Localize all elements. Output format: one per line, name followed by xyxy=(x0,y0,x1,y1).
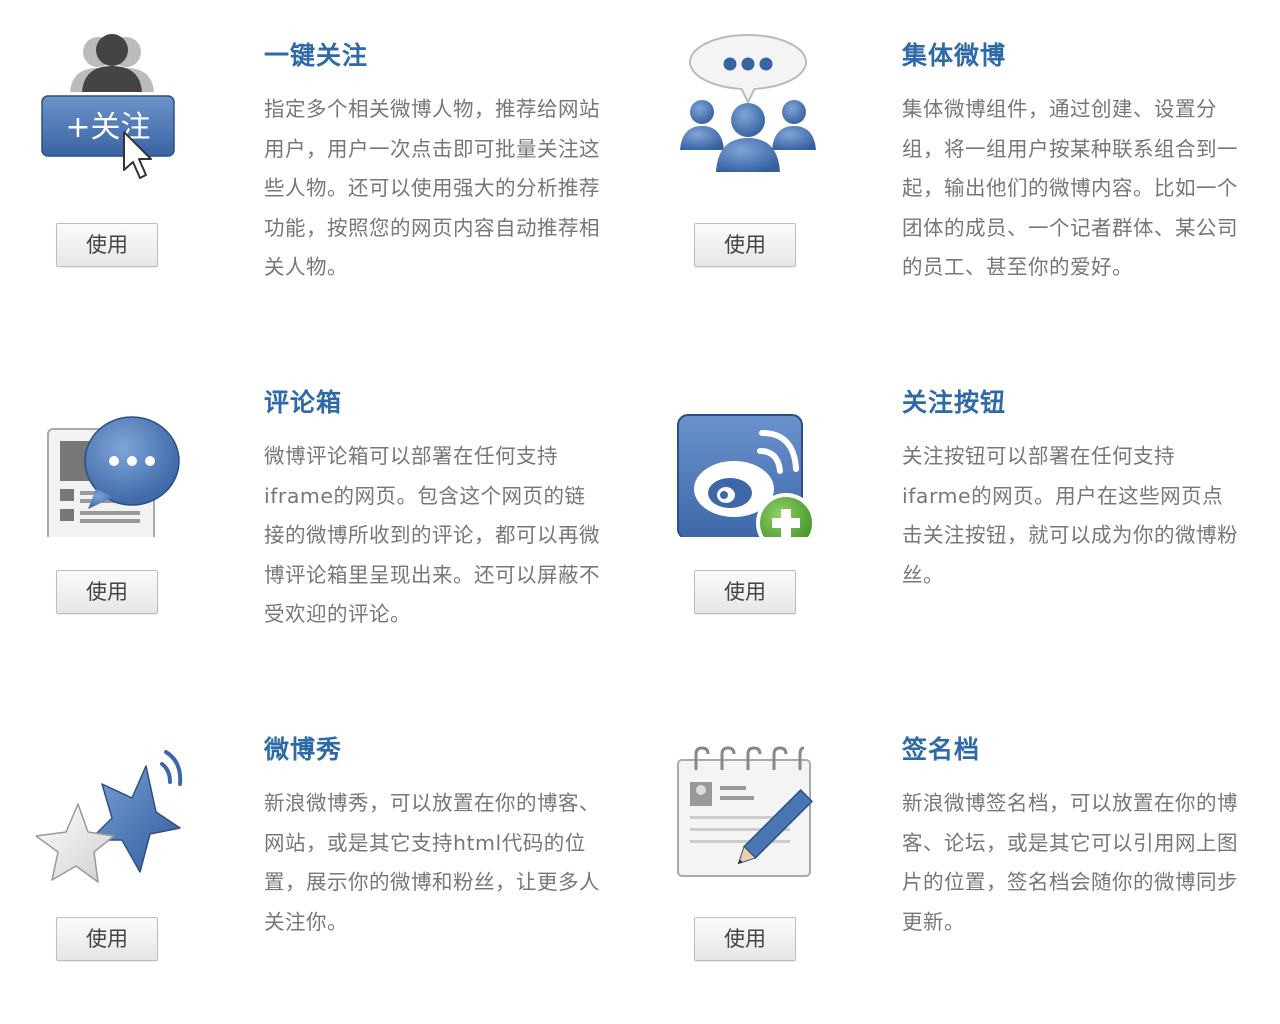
use-button-weibo-show[interactable]: 使用 xyxy=(56,917,158,961)
widget-description: 集体微博组件，通过创建、设置分组，将一组用户按某种联系组合到一起，输出他们的微博… xyxy=(902,97,1238,279)
widget-description: 微博评论箱可以部署在任何支持iframe的网页。包含这个网页的链接的微博所收到的… xyxy=(264,444,600,626)
widget-comment-box: 使用 评论箱 微博评论箱可以部署在任何支持iframe的网页。包含这个网页的链接… xyxy=(0,347,600,667)
widget-title: 一键关注 xyxy=(264,41,369,70)
widget-title: 评论箱 xyxy=(264,388,343,417)
widget-description: 指定多个相关微博人物，推荐给网站用户，用户一次点击即可批量关注这些人物。还可以使… xyxy=(264,97,600,279)
widget-description: 关注按钮可以部署在任何支持ifarme的网页。用户在这些网页点击关注按钮，就可以… xyxy=(902,444,1238,587)
widget-weibo-show: 使用 微博秀 新浪微博秀，可以放置在你的博客、网站，或是其它支持html代码的位… xyxy=(0,694,600,1014)
weibo-show-stars-icon xyxy=(36,724,186,884)
widget-group-weibo: 使用 集体微博 集体微博组件，通过创建、设置分组，将一组用户按某种联系组合到一起… xyxy=(638,0,1238,320)
comment-box-icon xyxy=(36,377,186,537)
widget-title: 签名档 xyxy=(902,735,981,764)
weibo-follow-icon xyxy=(674,377,824,537)
use-button-comment-box[interactable]: 使用 xyxy=(56,570,158,614)
widget-title: 微博秀 xyxy=(264,735,343,764)
batch-follow-icon-label: +关注 xyxy=(65,110,150,145)
widget-signature: 使用 签名档 新浪微博签名档，可以放置在你的博客、论坛，或是其它可以引用网上图片… xyxy=(638,694,1238,1014)
widget-batch-follow: +关注 使用 一键关注 指定多个相关微博人物，推荐给网站用户，用户一次点击即可批… xyxy=(0,0,600,320)
use-button-follow-button[interactable]: 使用 xyxy=(694,570,796,614)
use-button-batch-follow[interactable]: 使用 xyxy=(56,223,158,267)
widget-description: 新浪微博签名档，可以放置在你的博客、论坛，或是其它可以引用网上图片的位置，签名档… xyxy=(902,791,1238,934)
batch-follow-icon: +关注 xyxy=(36,30,186,190)
widget-follow-button: 使用 关注按钮 关注按钮可以部署在任何支持ifarme的网页。用户在这些网页点击… xyxy=(638,347,1238,667)
widget-title: 集体微博 xyxy=(902,41,1007,70)
widget-description: 新浪微博秀，可以放置在你的博客、网站，或是其它支持html代码的位置，展示你的微… xyxy=(264,791,600,934)
use-button-group-weibo[interactable]: 使用 xyxy=(694,223,796,267)
group-chat-icon xyxy=(674,30,824,190)
signature-notepad-icon xyxy=(674,724,824,884)
use-button-signature[interactable]: 使用 xyxy=(694,917,796,961)
widget-title: 关注按钮 xyxy=(902,388,1007,417)
